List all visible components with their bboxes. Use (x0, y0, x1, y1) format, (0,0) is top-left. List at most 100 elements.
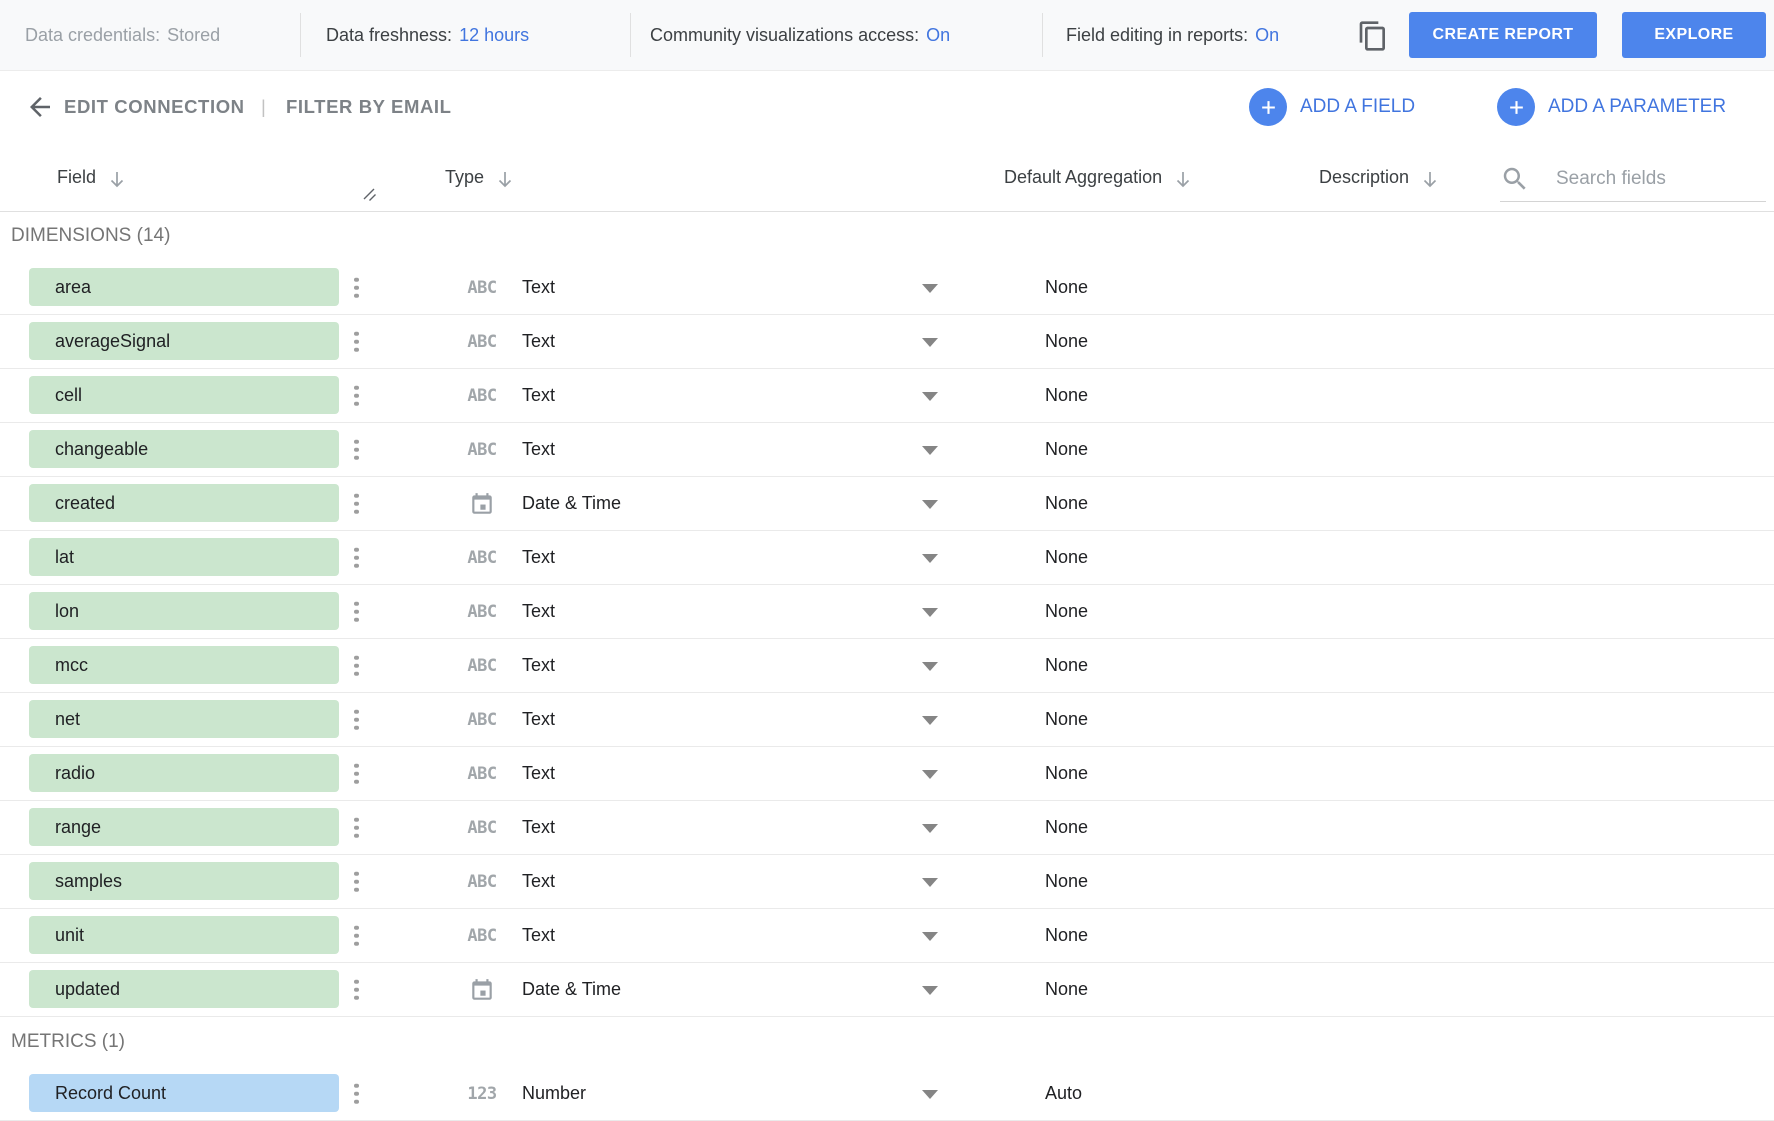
field-editing-value[interactable]: On (1255, 25, 1279, 46)
more-options-icon[interactable] (350, 867, 363, 896)
column-header-field[interactable]: Field (57, 143, 127, 211)
field-chip[interactable]: area (29, 268, 339, 306)
type-label[interactable]: Text (522, 423, 555, 476)
plus-icon (1249, 88, 1287, 126)
more-options-icon[interactable] (350, 327, 363, 356)
more-options-icon[interactable] (350, 1079, 363, 1108)
edit-connection-link[interactable]: EDIT CONNECTION (64, 71, 245, 143)
copy-button[interactable] (1353, 16, 1393, 56)
column-header-description[interactable]: Description (1319, 143, 1440, 211)
type-label[interactable]: Text (522, 747, 555, 800)
type-label[interactable]: Text (522, 639, 555, 692)
field-chip[interactable]: updated (29, 970, 339, 1008)
type-label[interactable]: Text (522, 261, 555, 314)
type-dropdown-arrow-icon[interactable] (922, 284, 938, 293)
type-label[interactable]: Text (522, 531, 555, 584)
more-options-icon[interactable] (350, 975, 363, 1004)
type-dropdown-arrow-icon[interactable] (922, 1090, 938, 1099)
field-row: range ABC Text None (0, 801, 1774, 855)
more-options-icon[interactable] (350, 759, 363, 788)
type-dropdown-arrow-icon[interactable] (922, 554, 938, 563)
aggregation-value[interactable]: None (1045, 585, 1088, 638)
field-chip[interactable]: created (29, 484, 339, 522)
aggregation-value[interactable]: None (1045, 855, 1088, 908)
type-dropdown-arrow-icon[interactable] (922, 986, 938, 995)
add-a-field-button[interactable]: ADD A FIELD (1249, 71, 1415, 143)
type-glyph-icon: ABC (467, 602, 496, 622)
aggregation-value[interactable]: None (1045, 261, 1088, 314)
field-chip[interactable]: unit (29, 916, 339, 954)
type-label[interactable]: Text (522, 909, 555, 962)
type-dropdown-arrow-icon[interactable] (922, 716, 938, 725)
aggregation-value[interactable]: Auto (1045, 1067, 1082, 1120)
type-label[interactable]: Text (522, 585, 555, 638)
aggregation-value[interactable]: None (1045, 369, 1088, 422)
type-dropdown-arrow-icon[interactable] (922, 500, 938, 509)
aggregation-value[interactable]: None (1045, 315, 1088, 368)
type-dropdown-arrow-icon[interactable] (922, 338, 938, 347)
more-options-icon[interactable] (350, 597, 363, 626)
column-resize-handle-icon[interactable] (362, 187, 377, 207)
aggregation-value[interactable]: None (1045, 423, 1088, 476)
type-label[interactable]: Text (522, 855, 555, 908)
type-dropdown-arrow-icon[interactable] (922, 770, 938, 779)
field-chip[interactable]: radio (29, 754, 339, 792)
more-options-icon[interactable] (350, 435, 363, 464)
column-header-aggregation[interactable]: Default Aggregation (1004, 143, 1193, 211)
explore-button[interactable]: EXPLORE (1622, 12, 1766, 58)
type-dropdown-arrow-icon[interactable] (922, 824, 938, 833)
aggregation-value[interactable]: None (1045, 747, 1088, 800)
field-chip[interactable]: lat (29, 538, 339, 576)
more-options-icon[interactable] (350, 651, 363, 680)
type-label[interactable]: Date & Time (522, 963, 621, 1016)
data-freshness-value[interactable]: 12 hours (459, 25, 529, 46)
community-viz-value[interactable]: On (926, 25, 950, 46)
add-a-parameter-label: ADD A PARAMETER (1548, 96, 1726, 118)
create-report-button[interactable]: CREATE REPORT (1409, 12, 1597, 58)
field-chip[interactable]: Record Count (29, 1074, 339, 1112)
more-options-icon[interactable] (350, 381, 363, 410)
more-options-icon[interactable] (350, 921, 363, 950)
type-dropdown-arrow-icon[interactable] (922, 392, 938, 401)
aggregation-value[interactable]: None (1045, 801, 1088, 854)
search-fields-input[interactable] (1554, 167, 1758, 191)
type-label[interactable]: Text (522, 693, 555, 746)
column-header-type[interactable]: Type (445, 143, 515, 211)
more-options-icon[interactable] (350, 489, 363, 518)
type-label[interactable]: Date & Time (522, 477, 621, 530)
type-dropdown-arrow-icon[interactable] (922, 662, 938, 671)
aggregation-value[interactable]: None (1045, 963, 1088, 1016)
field-chip-label: mcc (55, 655, 88, 676)
more-options-icon[interactable] (350, 273, 363, 302)
aggregation-value[interactable]: None (1045, 531, 1088, 584)
field-chip[interactable]: net (29, 700, 339, 738)
back-button[interactable] (25, 71, 55, 143)
field-chip[interactable]: cell (29, 376, 339, 414)
more-options-icon[interactable] (350, 543, 363, 572)
type-icon-cell: 123 (458, 1067, 506, 1120)
field-chip-label: updated (55, 979, 120, 1000)
type-dropdown-arrow-icon[interactable] (922, 608, 938, 617)
aggregation-value[interactable]: None (1045, 477, 1088, 530)
aggregation-value[interactable]: None (1045, 909, 1088, 962)
field-chip[interactable]: changeable (29, 430, 339, 468)
field-chip[interactable]: lon (29, 592, 339, 630)
filter-by-email-link[interactable]: FILTER BY EMAIL (286, 71, 452, 143)
type-dropdown-arrow-icon[interactable] (922, 878, 938, 887)
field-chip[interactable]: range (29, 808, 339, 846)
type-dropdown-arrow-icon[interactable] (922, 446, 938, 455)
type-label[interactable]: Text (522, 369, 555, 422)
field-chip[interactable]: samples (29, 862, 339, 900)
aggregation-value[interactable]: None (1045, 693, 1088, 746)
field-chip[interactable]: mcc (29, 646, 339, 684)
type-dropdown-arrow-icon[interactable] (922, 932, 938, 941)
more-options-icon[interactable] (350, 813, 363, 842)
aggregation-value[interactable]: None (1045, 639, 1088, 692)
field-chip[interactable]: averageSignal (29, 322, 339, 360)
sort-down-icon (1420, 169, 1440, 189)
add-a-parameter-button[interactable]: ADD A PARAMETER (1497, 71, 1726, 143)
type-label[interactable]: Number (522, 1067, 586, 1120)
type-label[interactable]: Text (522, 315, 555, 368)
type-label[interactable]: Text (522, 801, 555, 854)
more-options-icon[interactable] (350, 705, 363, 734)
